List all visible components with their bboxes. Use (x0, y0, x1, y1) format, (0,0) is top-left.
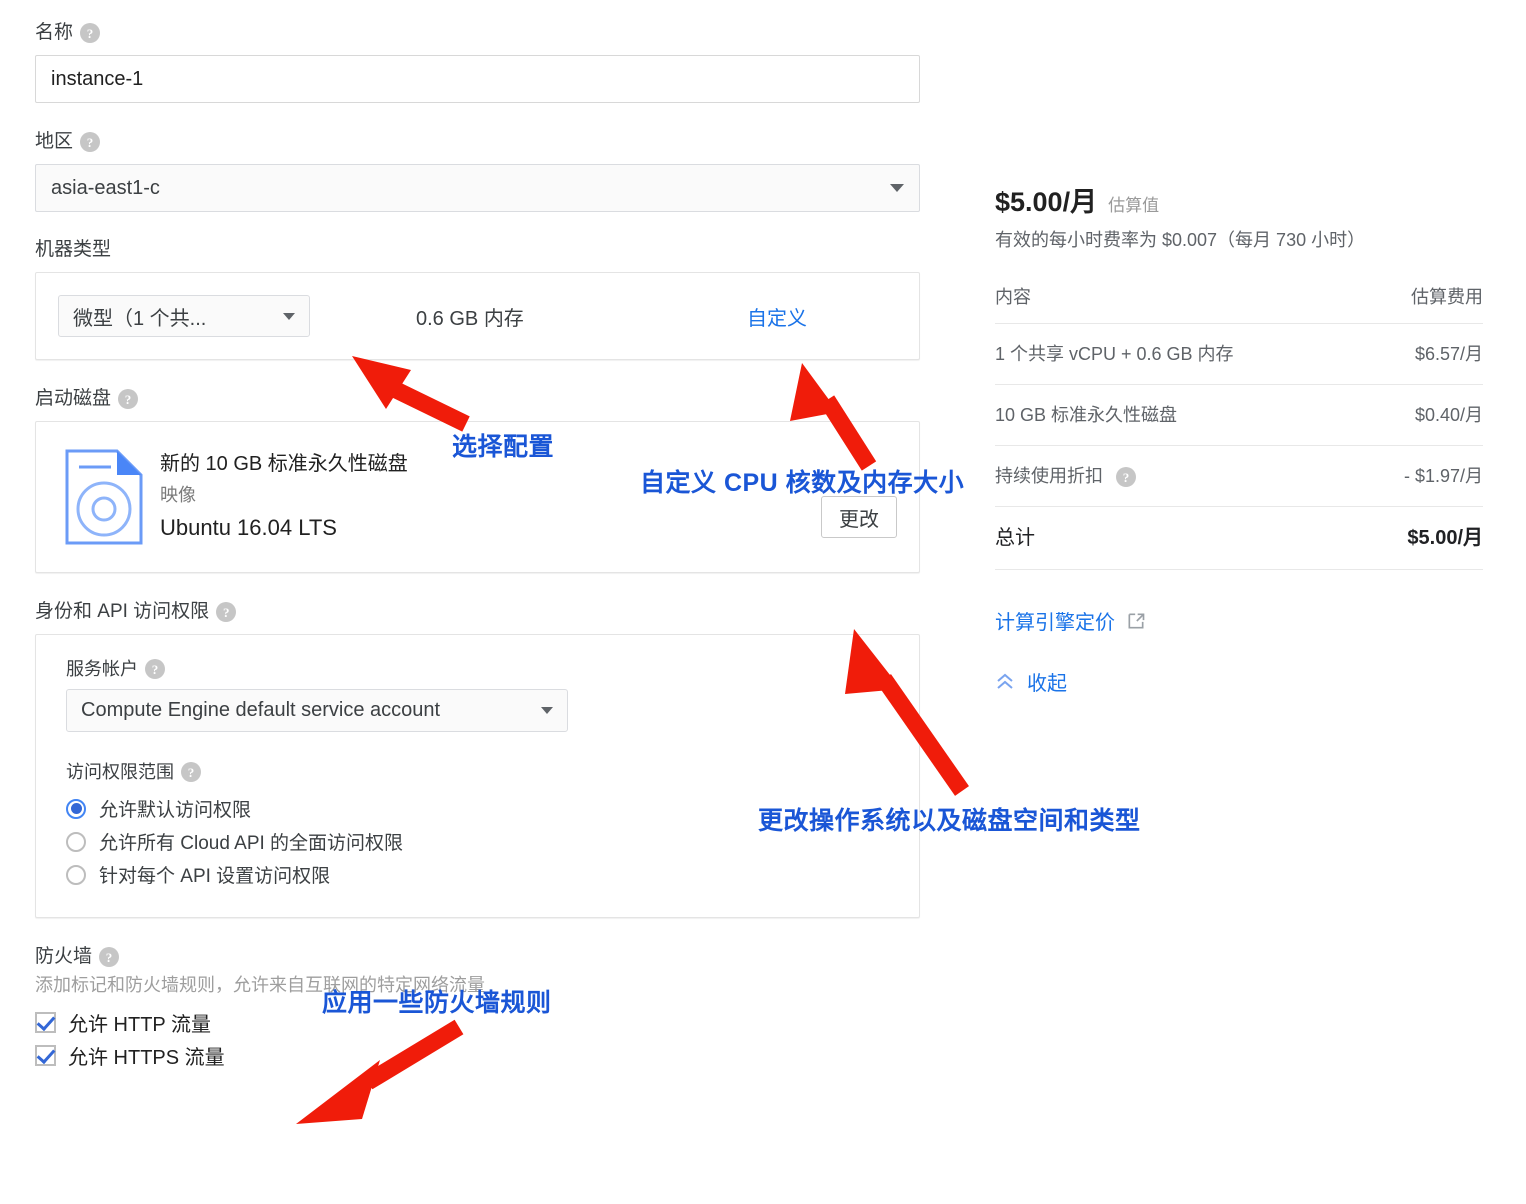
help-icon[interactable]: ? (216, 602, 237, 622)
firewall-label: 防火墙 (35, 946, 93, 967)
checkbox-allow-https[interactable]: 允许 HTTPS 流量 (35, 1039, 920, 1072)
price-estimate-panel: $5.00/月 估算值 有效的每小时费率为 $0.007（每月 730 小时） … (995, 180, 1483, 696)
row-item-label: 持续使用折扣 (995, 466, 1103, 486)
machine-type-select-value: 微型（1 个共... (73, 307, 207, 330)
compute-engine-pricing-link[interactable]: 计算引擎定价 (995, 606, 1483, 635)
firewall-description: 添加标记和防火墙规则，允许来自互联网的特定网络流量 (35, 975, 485, 995)
region-label-row: 地区 ? (35, 129, 920, 155)
service-account-label: 服务帐户 (66, 659, 138, 679)
checkbox-icon[interactable] (35, 1045, 56, 1066)
identity-label-row: 身份和 API 访问权限 ? (35, 599, 920, 625)
region-select[interactable]: asia-east1-c (35, 164, 920, 212)
region-select-value: asia-east1-c (51, 176, 160, 199)
radio-label: 针对每个 API 设置访问权限 (99, 866, 331, 887)
price-breakdown-table: 内容 估算费用 1 个共享 vCPU + 0.6 GB 内存 $6.57/月 1… (995, 283, 1483, 569)
table-header-row: 内容 估算费用 (995, 283, 1483, 324)
row-item: 10 GB 标准永久性磁盘 (995, 384, 1295, 446)
checkbox-label: 允许 HTTP 流量 (68, 1014, 211, 1036)
radio-option-full-access[interactable]: 允许所有 Cloud API 的全面访问权限 (66, 825, 897, 858)
machine-type-card: 微型（1 个共... 0.6 GB 内存 自定义 (35, 272, 920, 360)
checkbox-label: 允许 HTTPS 流量 (68, 1047, 225, 1069)
hourly-rate-line: 有效的每小时费率为 $0.007（每月 730 小时） (995, 230, 1366, 250)
identity-label: 身份和 API 访问权限 (35, 601, 210, 622)
help-icon[interactable]: ? (99, 947, 120, 967)
total-cost: $5.00/月 (1295, 506, 1483, 569)
chevron-down-icon (283, 312, 295, 320)
identity-card: 服务帐户 ? Compute Engine default service ac… (35, 634, 920, 918)
radio-icon[interactable] (66, 831, 86, 852)
help-icon[interactable]: ? (1116, 467, 1137, 488)
disk-image-icon (58, 449, 150, 545)
total-label: 总计 (995, 506, 1295, 569)
instance-form-column: 名称 ? 地区 ? asia-east1-c 机器类型 微型（1 个共... 0… (35, 20, 920, 1072)
boot-disk-title: 新的 10 GB 标准永久性磁盘 (160, 453, 408, 475)
price-headline-row: $5.00/月 估算值 (995, 180, 1483, 219)
collapse-link-label: 收起 (1027, 673, 1067, 695)
instance-name-input[interactable] (35, 55, 920, 103)
boot-disk-card: 新的 10 GB 标准永久性磁盘 映像 Ubuntu 16.04 LTS 更改 (35, 421, 920, 573)
col-header-item: 内容 (995, 287, 1031, 307)
radio-icon[interactable] (66, 864, 86, 885)
radio-option-per-api-access[interactable]: 针对每个 API 设置访问权限 (66, 858, 897, 891)
radio-label: 允许所有 Cloud API 的全面访问权限 (99, 833, 404, 854)
machine-type-memory: 0.6 GB 内存 (416, 307, 524, 330)
machine-type-label-row: 机器类型 (35, 237, 920, 263)
firewall-label-row: 防火墙 ? (35, 944, 920, 970)
col-header-cost: 估算费用 (1411, 287, 1483, 307)
firewall-section: 防火墙 ? 添加标记和防火墙规则，允许来自互联网的特定网络流量 允许 HTTP … (35, 944, 920, 1072)
machine-type-select[interactable]: 微型（1 个共... (58, 295, 310, 337)
region-label: 地区 (35, 131, 74, 152)
table-row: 10 GB 标准永久性磁盘 $0.40/月 (995, 384, 1483, 446)
row-cost: $6.57/月 (1295, 323, 1483, 385)
create-vm-form-page: 名称 ? 地区 ? asia-east1-c 机器类型 微型（1 个共... 0… (0, 0, 1526, 1204)
help-icon[interactable]: ? (80, 23, 101, 43)
boot-disk-os: Ubuntu 16.04 LTS (160, 515, 337, 540)
help-icon[interactable]: ? (181, 762, 201, 782)
service-account-value: Compute Engine default service account (81, 699, 441, 721)
service-account-label-row: 服务帐户 ? (66, 657, 897, 681)
radio-label: 允许默认访问权限 (99, 800, 252, 821)
price-headline-note: 估算值 (1108, 196, 1160, 215)
boot-disk-label-row: 启动磁盘 ? (35, 386, 920, 412)
access-scopes-group: 访问权限范围 ? 允许默认访问权限 允许所有 Cloud API 的全面访问权限… (66, 760, 897, 891)
table-row: 持续使用折扣 ? - $1.97/月 (995, 445, 1483, 507)
customize-machine-link[interactable]: 自定义 (747, 302, 897, 331)
help-icon[interactable]: ? (145, 659, 165, 679)
collapse-toggle[interactable]: 收起 (995, 667, 1483, 696)
chevron-double-up-icon (997, 673, 1013, 689)
radio-option-default-access[interactable]: 允许默认访问权限 (66, 792, 897, 825)
service-account-select[interactable]: Compute Engine default service account (66, 689, 568, 732)
table-row: 1 个共享 vCPU + 0.6 GB 内存 $6.57/月 (995, 323, 1483, 385)
external-link-icon (1128, 613, 1145, 628)
checkbox-icon[interactable] (35, 1012, 56, 1033)
access-scopes-label: 访问权限范围 (66, 762, 174, 782)
row-cost: $0.40/月 (1295, 384, 1483, 446)
checkbox-allow-http[interactable]: 允许 HTTP 流量 (35, 1006, 920, 1039)
boot-disk-details: 新的 10 GB 标准永久性磁盘 映像 Ubuntu 16.04 LTS (160, 449, 408, 545)
table-row-total: 总计 $5.00/月 (995, 506, 1483, 569)
boot-disk-label: 启动磁盘 (35, 388, 112, 409)
chevron-down-icon (541, 707, 553, 714)
access-scopes-label-row: 访问权限范围 ? (66, 760, 897, 784)
price-headline: $5.00/月 (995, 187, 1098, 217)
chevron-down-icon (890, 184, 904, 192)
pricing-link-label: 计算引擎定价 (995, 612, 1115, 634)
help-icon[interactable]: ? (118, 389, 139, 409)
help-icon[interactable]: ? (80, 132, 101, 152)
name-label-row: 名称 ? (35, 20, 920, 46)
row-cost: - $1.97/月 (1295, 445, 1483, 507)
row-item: 1 个共享 vCPU + 0.6 GB 内存 (995, 323, 1295, 385)
machine-type-label: 机器类型 (35, 239, 112, 260)
name-label: 名称 (35, 22, 74, 43)
boot-disk-subtitle: 映像 (160, 485, 196, 505)
row-item-discount: 持续使用折扣 ? (995, 445, 1295, 507)
radio-icon[interactable] (66, 798, 86, 819)
change-boot-disk-button[interactable]: 更改 (821, 496, 897, 538)
table-bottom-divider (995, 569, 1483, 570)
